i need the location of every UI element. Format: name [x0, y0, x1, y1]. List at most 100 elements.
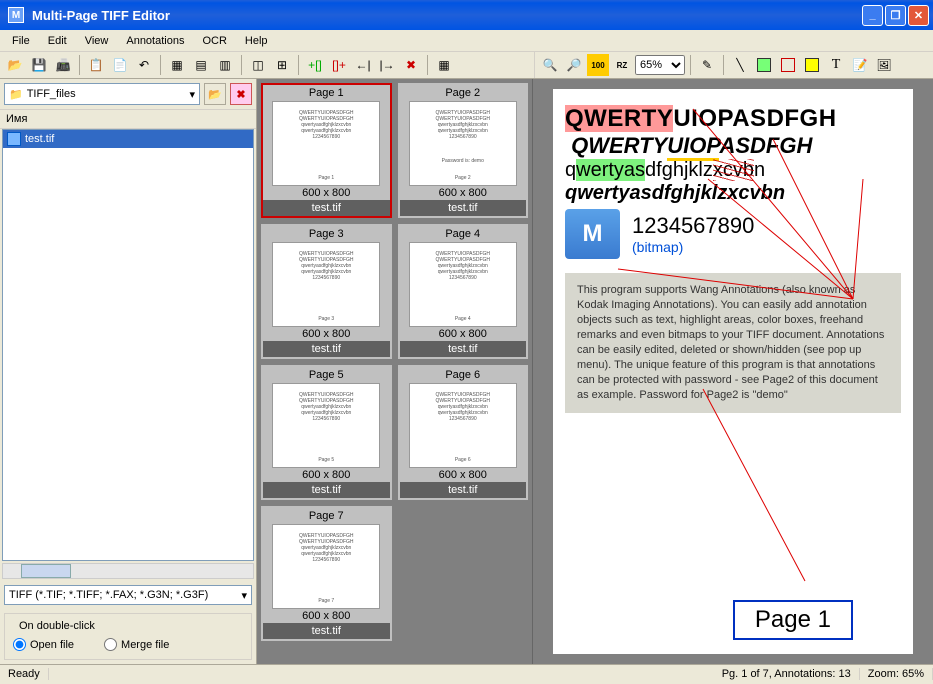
- zoom-select[interactable]: 65%: [635, 55, 685, 75]
- file-icon: [7, 132, 21, 146]
- grid-icon[interactable]: ▦: [433, 54, 455, 76]
- image-icon[interactable]: 🖼: [873, 54, 895, 76]
- toolbars: 📂 💾 📠 📋 📄 ↶ ▦ ▤ ▥ ◫ ⊞ +[] []+ ←| |→ ✖ ▦ …: [0, 52, 933, 79]
- menu-help[interactable]: Help: [237, 33, 276, 49]
- thumb-label: Page 4: [443, 226, 482, 242]
- status-bar: Ready Pg. 1 of 7, Annotations: 13 Zoom: …: [0, 664, 933, 683]
- rect-yellow-icon[interactable]: [801, 54, 823, 76]
- freehand-strike[interactable]: xcvb: [713, 159, 754, 181]
- thumb-dimensions: 600 x 800: [301, 609, 351, 623]
- move-right-icon[interactable]: |→: [376, 54, 398, 76]
- line-icon[interactable]: ╲: [729, 54, 751, 76]
- minimize-button[interactable]: _: [862, 5, 883, 26]
- folder-icon: 📁: [9, 88, 23, 101]
- file-list[interactable]: test.tif: [2, 129, 254, 561]
- window-title: Multi-Page TIFF Editor: [28, 8, 862, 23]
- folder-name: TIFF_files: [27, 88, 76, 100]
- zoomfit-icon[interactable]: RZ: [611, 54, 633, 76]
- paste-icon[interactable]: 📄: [109, 54, 131, 76]
- file-column-header[interactable]: Имя: [0, 109, 256, 129]
- menu-annotations[interactable]: Annotations: [118, 33, 192, 49]
- thumbnail-page-6[interactable]: Page 6QWERTYUIOPASDFGHQWERTYUIOPASDFGHqw…: [398, 365, 529, 500]
- menu-edit[interactable]: Edit: [40, 33, 75, 49]
- thumb-filename: test.tif: [263, 482, 390, 498]
- zoomout-icon[interactable]: 🔍: [539, 54, 561, 76]
- add-green-icon[interactable]: +[]: [304, 54, 326, 76]
- undo-icon[interactable]: ↶: [133, 54, 155, 76]
- thumbnail-page-4[interactable]: Page 4QWERTYUIOPASDFGHQWERTYUIOPASDFGHqw…: [398, 224, 529, 359]
- maximize-button[interactable]: ❐: [885, 5, 906, 26]
- highlight-icon[interactable]: [753, 54, 775, 76]
- underline-yellow[interactable]: UIOP: [667, 133, 719, 161]
- thumb-preview: QWERTYUIOPASDFGHQWERTYUIOPASDFGHqwertyas…: [272, 242, 380, 327]
- close-button[interactable]: ✕: [908, 5, 929, 26]
- bitmap-label: (bitmap): [632, 239, 754, 255]
- thumb-label: Page 1: [307, 85, 346, 101]
- pages2-icon[interactable]: ▤: [190, 54, 212, 76]
- thumbnail-page-7[interactable]: Page 7QWERTYUIOPASDFGHQWERTYUIOPASDFGHqw…: [261, 506, 392, 641]
- thumbnail-page-1[interactable]: Page 1QWERTYUIOPASDFGHQWERTYUIOPASDFGHqw…: [261, 83, 392, 218]
- thumb-label: Page 5: [307, 367, 346, 383]
- copy-icon[interactable]: 📋: [85, 54, 107, 76]
- radio-merge-file[interactable]: Merge file: [104, 638, 169, 651]
- radio-open-file[interactable]: Open file: [13, 638, 74, 651]
- thumb-dimensions: 600 x 800: [301, 468, 351, 482]
- split2-icon[interactable]: ⊞: [271, 54, 293, 76]
- file-type-select[interactable]: TIFF (*.TIF; *.TIFF; *.FAX; *.G3N; *.G3F…: [4, 585, 252, 605]
- folder-up-button[interactable]: 📂: [204, 83, 226, 105]
- thumb-dimensions: 600 x 800: [301, 327, 351, 341]
- thumb-label: Page 2: [443, 85, 482, 101]
- page-content: QWERTYUIOPASDFGH QWERTYUIOPASDFGH qwerty…: [553, 89, 913, 654]
- zoomin-icon[interactable]: 🔎: [563, 54, 585, 76]
- menu-view[interactable]: View: [77, 33, 117, 49]
- menu-bar: File Edit View Annotations OCR Help: [0, 30, 933, 52]
- text-icon[interactable]: T: [825, 54, 847, 76]
- group-label: On double-click: [15, 620, 99, 632]
- thumb-dimensions: 600 x 800: [438, 327, 488, 341]
- add-red-icon[interactable]: []+: [328, 54, 350, 76]
- open-icon[interactable]: 📂: [4, 54, 26, 76]
- menu-file[interactable]: File: [4, 33, 38, 49]
- page-number-box[interactable]: Page 1: [733, 600, 853, 640]
- horizontal-scrollbar[interactable]: [2, 563, 254, 579]
- title-bar: M Multi-Page TIFF Editor _ ❐ ✕: [0, 0, 933, 30]
- bitmap-annotation[interactable]: M: [565, 209, 620, 259]
- thumbnail-page-2[interactable]: Page 2QWERTYUIOPASDFGHQWERTYUIOPASDFGHqw…: [398, 83, 529, 218]
- status-ready: Ready: [0, 668, 49, 680]
- zoom100-icon[interactable]: 100: [587, 54, 609, 76]
- thumbnails-panel[interactable]: Page 1QWERTYUIOPASDFGHQWERTYUIOPASDFGHqw…: [257, 79, 533, 664]
- app-icon: M: [8, 7, 24, 23]
- rect-red-icon[interactable]: [777, 54, 799, 76]
- note-icon[interactable]: 📝: [849, 54, 871, 76]
- thumb-filename: test.tif: [400, 200, 527, 216]
- save-icon[interactable]: 💾: [28, 54, 50, 76]
- pages1-icon[interactable]: ▦: [166, 54, 188, 76]
- move-left-icon[interactable]: ←|: [352, 54, 374, 76]
- file-name: test.tif: [25, 133, 54, 145]
- file-item[interactable]: test.tif: [3, 130, 253, 148]
- chevron-down-icon: ▾: [241, 589, 247, 602]
- annotation-textbox[interactable]: This program supports Wang Annotations (…: [565, 273, 901, 413]
- pencil-icon[interactable]: ✎: [696, 54, 718, 76]
- split1-icon[interactable]: ◫: [247, 54, 269, 76]
- thumbnail-page-5[interactable]: Page 5QWERTYUIOPASDFGHQWERTYUIOPASDFGHqw…: [261, 365, 392, 500]
- page-viewer[interactable]: QWERTYUIOPASDFGH QWERTYUIOPASDFGH qwerty…: [533, 79, 933, 664]
- thumb-label: Page 7: [307, 508, 346, 524]
- thumb-dimensions: 600 x 800: [438, 468, 488, 482]
- delete-icon[interactable]: ✖: [400, 54, 422, 76]
- status-page-info: Pg. 1 of 7, Annotations: 13: [714, 668, 860, 680]
- scan-icon[interactable]: 📠: [52, 54, 74, 76]
- highlight-red[interactable]: QWERTY: [565, 105, 673, 132]
- thumb-preview: QWERTYUIOPASDFGHQWERTYUIOPASDFGHqwertyas…: [272, 101, 380, 186]
- pages3-icon[interactable]: ▥: [214, 54, 236, 76]
- thumbnail-page-3[interactable]: Page 3QWERTYUIOPASDFGHQWERTYUIOPASDFGHqw…: [261, 224, 392, 359]
- thumb-filename: test.tif: [400, 482, 527, 498]
- chevron-down-icon: ▾: [189, 88, 195, 101]
- double-click-group: On double-click Open file Merge file: [4, 613, 252, 660]
- highlight-green[interactable]: wertyas: [576, 159, 645, 181]
- file-panel: 📁 TIFF_files ▾ 📂 ✖ Имя test.tif TIFF (*.…: [0, 79, 257, 664]
- thumb-filename: test.tif: [263, 200, 390, 216]
- menu-ocr[interactable]: OCR: [194, 33, 234, 49]
- folder-remove-button[interactable]: ✖: [230, 83, 252, 105]
- folder-select[interactable]: 📁 TIFF_files ▾: [4, 83, 200, 105]
